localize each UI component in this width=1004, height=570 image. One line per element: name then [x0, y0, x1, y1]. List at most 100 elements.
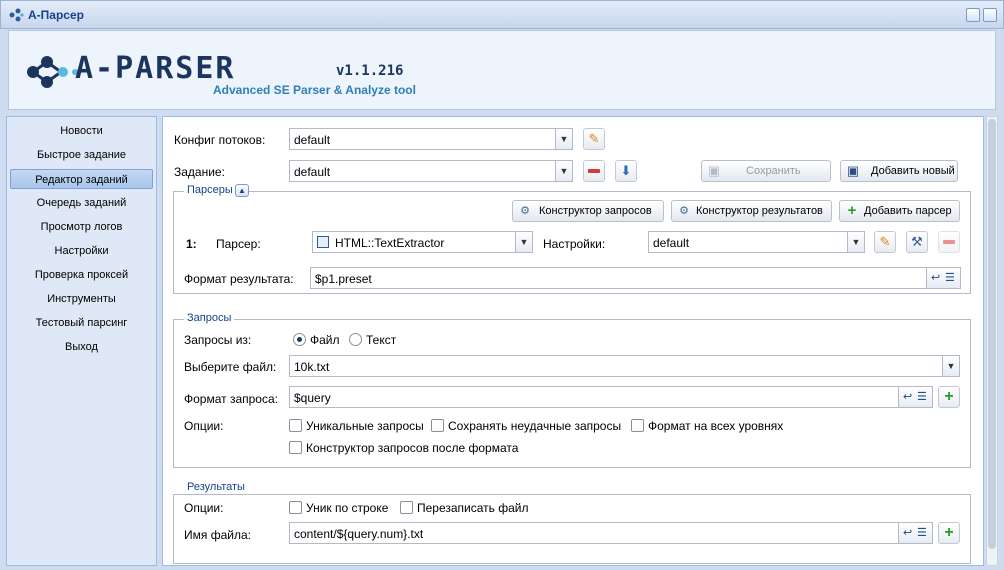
add-parser-button[interactable]: + Добавить парсер [839, 200, 960, 222]
query-format-input[interactable]: $query ↩ ☰ [289, 386, 933, 408]
return-icon: ↩ [903, 391, 913, 403]
result-format-input[interactable]: $p1.preset ↩ ☰ [310, 267, 961, 289]
download-task-button[interactable]: ⬇ [615, 160, 637, 182]
chevron-down-icon: ▼ [942, 356, 959, 376]
list-icon: ☰ [917, 527, 927, 539]
builder-icon: ⚙ [679, 205, 689, 217]
save-button[interactable]: ▣ Сохранить [701, 160, 831, 182]
scrollbar-thumb[interactable] [988, 119, 996, 549]
unique-queries-checkbox[interactable] [289, 419, 302, 432]
chevron-down-icon: ▼ [555, 129, 572, 149]
queries-from-file-label[interactable]: Файл [310, 333, 340, 347]
add-filename-button[interactable]: + [938, 522, 960, 544]
format-all-levels-label[interactable]: Формат на всех уровнях [648, 419, 783, 433]
format-helper-button[interactable]: ↩ ☰ [898, 387, 932, 407]
task-select[interactable]: default ▼ [289, 160, 573, 182]
query-format-label: Формат запроса: [184, 392, 278, 406]
queries-from-text-label[interactable]: Текст [366, 333, 396, 347]
edit-threads-button[interactable]: ✎ [583, 128, 605, 150]
chevron-down-icon: ▼ [515, 232, 532, 252]
delete-task-button[interactable] [583, 160, 605, 182]
queries-file-select[interactable]: 10k.txt ▼ [289, 355, 960, 377]
return-icon: ↩ [931, 272, 941, 284]
parser-type-icon [317, 236, 329, 248]
save-failed-checkbox[interactable] [431, 419, 444, 432]
queries-legend: Запросы [184, 312, 235, 324]
result-format-label: Формат результата: [184, 272, 294, 286]
remove-parser-button[interactable] [938, 231, 960, 253]
overwrite-file-checkbox[interactable] [400, 501, 413, 514]
window-titlebar: A-Парсер [0, 0, 1004, 29]
builder-after-format-checkbox[interactable] [289, 441, 302, 454]
pencil-icon: ✎ [588, 131, 600, 146]
chevron-up-icon: ▲ [238, 186, 246, 195]
pin-window-button[interactable] [966, 8, 980, 22]
unique-line-label[interactable]: Уник по строке [306, 501, 388, 515]
task-label: Задание: [174, 165, 225, 179]
edit-parser-settings-button[interactable]: ✎ [874, 231, 896, 253]
save-failed-label[interactable]: Сохранять неудачные запросы [448, 419, 621, 433]
parser-tools-button[interactable]: ⚒ [906, 231, 928, 253]
queries-from-file-radio[interactable] [293, 333, 306, 346]
sidebar-nav: Новости Быстрое задание Редактор заданий… [6, 116, 157, 566]
threads-config-select[interactable]: default ▼ [289, 128, 573, 150]
parser-settings-select[interactable]: default ▼ [648, 231, 865, 253]
builder-after-format-label[interactable]: Конструктор запросов после формата [306, 441, 518, 455]
main-scrollbar[interactable] [986, 116, 998, 566]
banner: A-PARSER v1.1.216 Advanced SE Parser & A… [8, 30, 996, 110]
list-icon: ☰ [917, 391, 927, 403]
brand-tagline: Advanced SE Parser & Analyze tool [213, 83, 416, 97]
unique-queries-label[interactable]: Уникальные запросы [306, 419, 424, 433]
format-helper-button[interactable]: ↩ ☰ [926, 268, 960, 288]
format-helper-button[interactable]: ↩ ☰ [898, 523, 932, 543]
plus-icon: + [944, 388, 954, 405]
wrench-icon: ⚒ [911, 234, 923, 249]
app-logo-icon [9, 8, 24, 22]
parser-index: 1: [186, 237, 197, 251]
query-options-label: Опции: [184, 419, 224, 433]
list-icon: ☰ [945, 272, 955, 284]
filename-input[interactable]: content/${query.num}.txt ↩ ☰ [289, 522, 933, 544]
maximize-window-button[interactable] [983, 8, 997, 22]
choose-file-label: Выберите файл: [184, 360, 277, 374]
sidebar-item-settings[interactable]: Настройки [10, 241, 153, 261]
brand-name: A-PARSER [75, 51, 236, 86]
unique-line-checkbox[interactable] [289, 501, 302, 514]
parser-label: Парсер: [216, 237, 261, 251]
sidebar-item-proxy-check[interactable]: Проверка проксей [10, 265, 153, 285]
minus-icon [943, 240, 955, 244]
parsers-legend: Парсеры [184, 184, 236, 196]
sidebar-item-quick-task[interactable]: Быстрое задание [10, 145, 153, 165]
brand-logo-icon [27, 56, 78, 88]
add-new-task-button[interactable]: ▣ Добавить новый [840, 160, 958, 182]
sidebar-item-news[interactable]: Новости [10, 121, 153, 141]
sidebar-item-exit[interactable]: Выход [10, 337, 153, 357]
sidebar-item-logs[interactable]: Просмотр логов [10, 217, 153, 237]
sidebar-item-test-parsing[interactable]: Тестовый парсинг [10, 313, 153, 333]
queries-from-text-radio[interactable] [349, 333, 362, 346]
chevron-down-icon: ▼ [555, 161, 572, 181]
parser-select[interactable]: HTML::TextExtractor ▼ [312, 231, 533, 253]
results-options-label: Опции: [184, 501, 224, 515]
minus-icon [588, 169, 600, 173]
plus-icon: + [847, 202, 857, 219]
plus-icon: + [944, 524, 954, 541]
window-title: A-Парсер [28, 8, 84, 22]
query-builder-button[interactable]: ⚙ Конструктор запросов [512, 200, 664, 222]
add-query-format-button[interactable]: + [938, 386, 960, 408]
overwrite-file-label[interactable]: Перезаписать файл [417, 501, 529, 515]
result-builder-button[interactable]: ⚙ Конструктор результатов [671, 200, 832, 222]
sidebar-item-task-editor[interactable]: Редактор заданий [10, 169, 153, 189]
builder-icon: ⚙ [520, 205, 530, 217]
return-icon: ↩ [903, 527, 913, 539]
floppy-icon: ▣ [707, 163, 721, 178]
brand-version: v1.1.216 [336, 63, 404, 79]
parser-settings-label: Настройки: [543, 237, 606, 251]
floppy-add-icon: ▣ [846, 163, 860, 178]
sidebar-item-task-queue[interactable]: Очередь заданий [10, 193, 153, 213]
sidebar-item-tools[interactable]: Инструменты [10, 289, 153, 309]
queries-from-label: Запросы из: [184, 333, 252, 347]
collapse-parsers-button[interactable]: ▲ [235, 184, 249, 197]
format-all-levels-checkbox[interactable] [631, 419, 644, 432]
chevron-down-icon: ▼ [847, 232, 864, 252]
